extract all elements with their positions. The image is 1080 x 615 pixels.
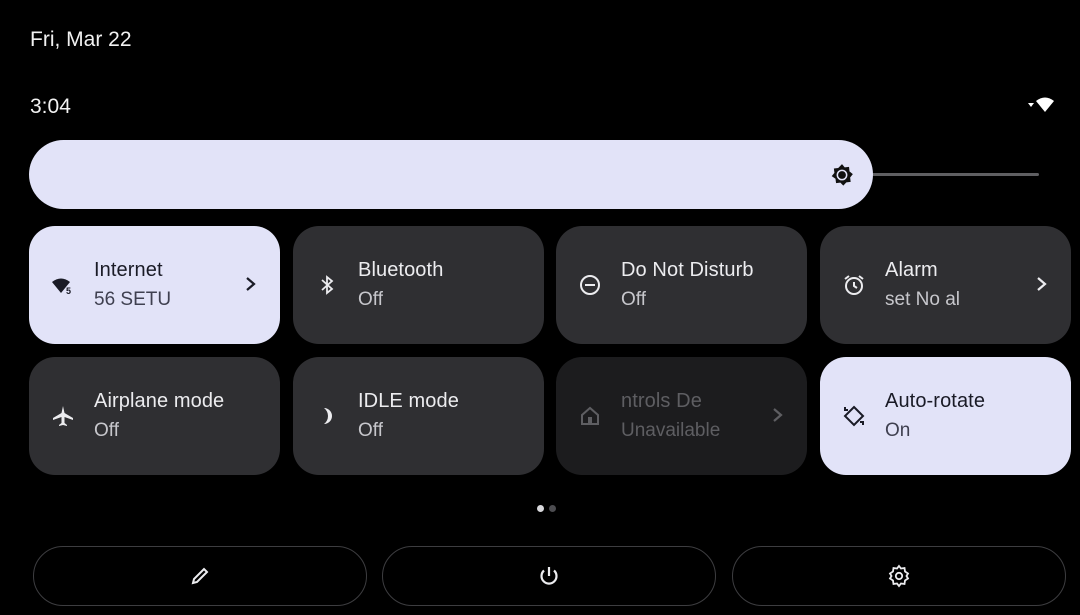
tile-label: Auto-rotate (885, 390, 986, 412)
tile-device-controls[interactable]: ntrols De Unavailable (556, 357, 807, 475)
wifi-5-icon: 5 (51, 273, 75, 297)
tile-subtitle: On (885, 420, 911, 441)
tile-subtitle: Off (621, 289, 646, 310)
brightness-icon (829, 162, 855, 188)
gear-icon (887, 564, 911, 588)
page-indicator (537, 505, 556, 512)
tile-idle-mode[interactable]: IDLE mode Off (293, 357, 544, 475)
tile-subtitle: 56 SETU (94, 289, 172, 310)
edit-button[interactable] (33, 546, 367, 606)
power-icon (537, 564, 561, 588)
brightness-slider[interactable] (29, 140, 1041, 209)
do-not-disturb-icon (578, 273, 602, 297)
brightness-track[interactable] (859, 173, 1039, 176)
signal-arrow-icon (1028, 102, 1034, 108)
auto-rotate-icon (842, 404, 866, 428)
tile-label: Alarm (885, 259, 938, 281)
alarm-icon (842, 273, 866, 297)
tile-label: Internet (94, 259, 163, 281)
tile-label: Airplane mode (94, 390, 225, 412)
tile-alarm[interactable]: Alarm set No al (820, 226, 1071, 344)
page-dot[interactable] (549, 505, 556, 512)
tile-airplane-mode[interactable]: Airplane mode Off (29, 357, 280, 475)
tile-label: IDLE mode (358, 390, 459, 412)
tile-subtitle: Unavailable (621, 420, 721, 441)
airplane-icon (51, 404, 75, 428)
svg-text:5: 5 (66, 286, 71, 296)
moon-icon (315, 404, 339, 428)
wifi-5-icon: 5 (1036, 97, 1056, 113)
tile-auto-rotate[interactable]: Auto-rotate On (820, 357, 1071, 475)
tile-bluetooth[interactable]: Bluetooth Off (293, 226, 544, 344)
chevron-right-icon[interactable] (1035, 274, 1049, 294)
home-icon (578, 404, 602, 428)
power-button[interactable] (382, 546, 716, 606)
tile-label: Bluetooth (358, 259, 444, 281)
tile-subtitle: Off (358, 420, 383, 441)
page-dot-active[interactable] (537, 505, 544, 512)
tile-label: Do Not Disturb (621, 259, 754, 281)
tile-label: ntrols De (621, 390, 702, 412)
quick-settings-panel: Fri, Mar 22 3:04 5 5 Internet 56 SETU Bl… (0, 0, 1080, 615)
status-icons: 5 (1028, 97, 1056, 113)
date-label: Fri, Mar 22 (30, 28, 132, 51)
chevron-right-icon[interactable] (244, 274, 258, 294)
tile-subtitle: set No al (885, 289, 960, 310)
tile-subtitle: Off (94, 420, 119, 441)
chevron-right-icon[interactable] (771, 405, 785, 425)
clock[interactable]: 3:04 (30, 95, 71, 119)
settings-button[interactable] (732, 546, 1066, 606)
tile-internet[interactable]: 5 Internet 56 SETU (29, 226, 280, 344)
pencil-icon (188, 564, 212, 588)
tile-do-not-disturb[interactable]: Do Not Disturb Off (556, 226, 807, 344)
brightness-fill[interactable] (29, 140, 873, 209)
tile-subtitle: Off (358, 289, 383, 310)
svg-text:5: 5 (1049, 107, 1053, 113)
bluetooth-icon (315, 273, 339, 297)
